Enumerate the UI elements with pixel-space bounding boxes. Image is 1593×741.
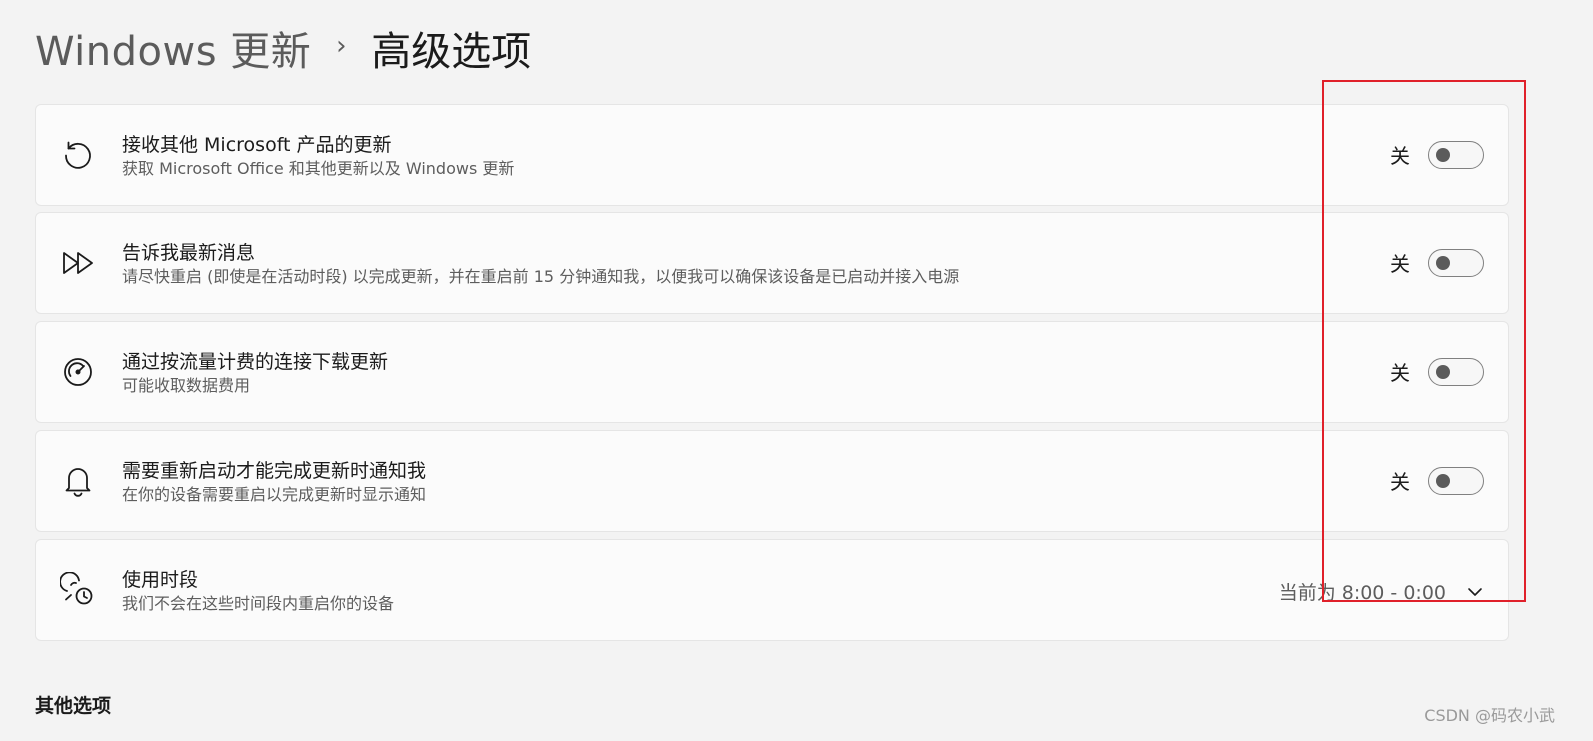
- page-title: 高级选项: [371, 29, 532, 75]
- breadcrumb: Windows 更新 › 高级选项: [35, 18, 531, 78]
- speedometer-icon: [60, 354, 96, 390]
- setting-title: 接收其他 Microsoft 产品的更新: [122, 134, 392, 156]
- setting-card-metered-connection: 通过按流量计费的连接下载更新 可能收取数据费用 关: [35, 321, 1509, 423]
- breadcrumb-parent-link[interactable]: Windows 更新: [35, 19, 311, 77]
- refresh-icon: [60, 137, 96, 173]
- toggle-knob: [1436, 364, 1450, 379]
- toggle-knob: [1436, 473, 1450, 488]
- setting-description: 在你的设备需要重启以完成更新时显示通知: [122, 485, 427, 504]
- setting-title: 告诉我最新消息: [122, 242, 256, 264]
- restart-notification-toggle[interactable]: [1428, 466, 1484, 495]
- setting-card-get-latest-updates: 告诉我最新消息 请尽快重启 (即使是在活动时段) 以完成更新，并在重启前 15 …: [35, 212, 1509, 314]
- active-hours-value: 当前为 8:00 - 0:00: [1278, 582, 1446, 604]
- setting-card-other-microsoft-updates: 接收其他 Microsoft 产品的更新 获取 Microsoft Office…: [35, 104, 1509, 206]
- other-microsoft-updates-toggle[interactable]: [1428, 140, 1484, 169]
- toggle-state-label: 关: [1390, 252, 1410, 276]
- get-latest-updates-toggle[interactable]: [1428, 248, 1484, 277]
- toggle-knob: [1436, 255, 1450, 270]
- bell-icon: [60, 463, 96, 499]
- other-options-heading: 其他选项: [35, 695, 112, 717]
- toggle-knob: [1436, 147, 1450, 162]
- toggle-state-label: 关: [1390, 361, 1410, 385]
- setting-title: 通过按流量计费的连接下载更新: [122, 351, 389, 373]
- toggle-state-label: 关: [1390, 144, 1410, 168]
- fast-forward-icon: [60, 245, 96, 281]
- chevron-down-icon: [1466, 583, 1484, 601]
- setting-description: 请尽快重启 (即使是在活动时段) 以完成更新，并在重启前 15 分钟通知我，以便…: [122, 267, 960, 286]
- toggle-state-label: 关: [1390, 470, 1410, 494]
- setting-description: 获取 Microsoft Office 和其他更新以及 Windows 更新: [122, 159, 515, 178]
- setting-card-active-hours[interactable]: 使用时段 我们不会在这些时间段内重启你的设备 当前为 8:00 - 0:00: [35, 539, 1509, 641]
- setting-title: 需要重新启动才能完成更新时通知我: [122, 460, 427, 482]
- active-hours-dropdown[interactable]: 当前为 8:00 - 0:00: [1279, 578, 1484, 605]
- setting-card-restart-notification: 需要重新启动才能完成更新时通知我 在你的设备需要重启以完成更新时显示通知 关: [35, 430, 1509, 532]
- watermark: CSDN @码农小武: [1424, 706, 1555, 725]
- setting-description: 我们不会在这些时间段内重启你的设备: [122, 594, 395, 613]
- setting-description: 可能收取数据费用: [122, 376, 251, 395]
- active-hours-icon: [59, 571, 96, 608]
- breadcrumb-chevron-icon: ›: [336, 31, 347, 61]
- setting-title: 使用时段: [122, 569, 199, 591]
- metered-connection-toggle[interactable]: [1428, 357, 1484, 386]
